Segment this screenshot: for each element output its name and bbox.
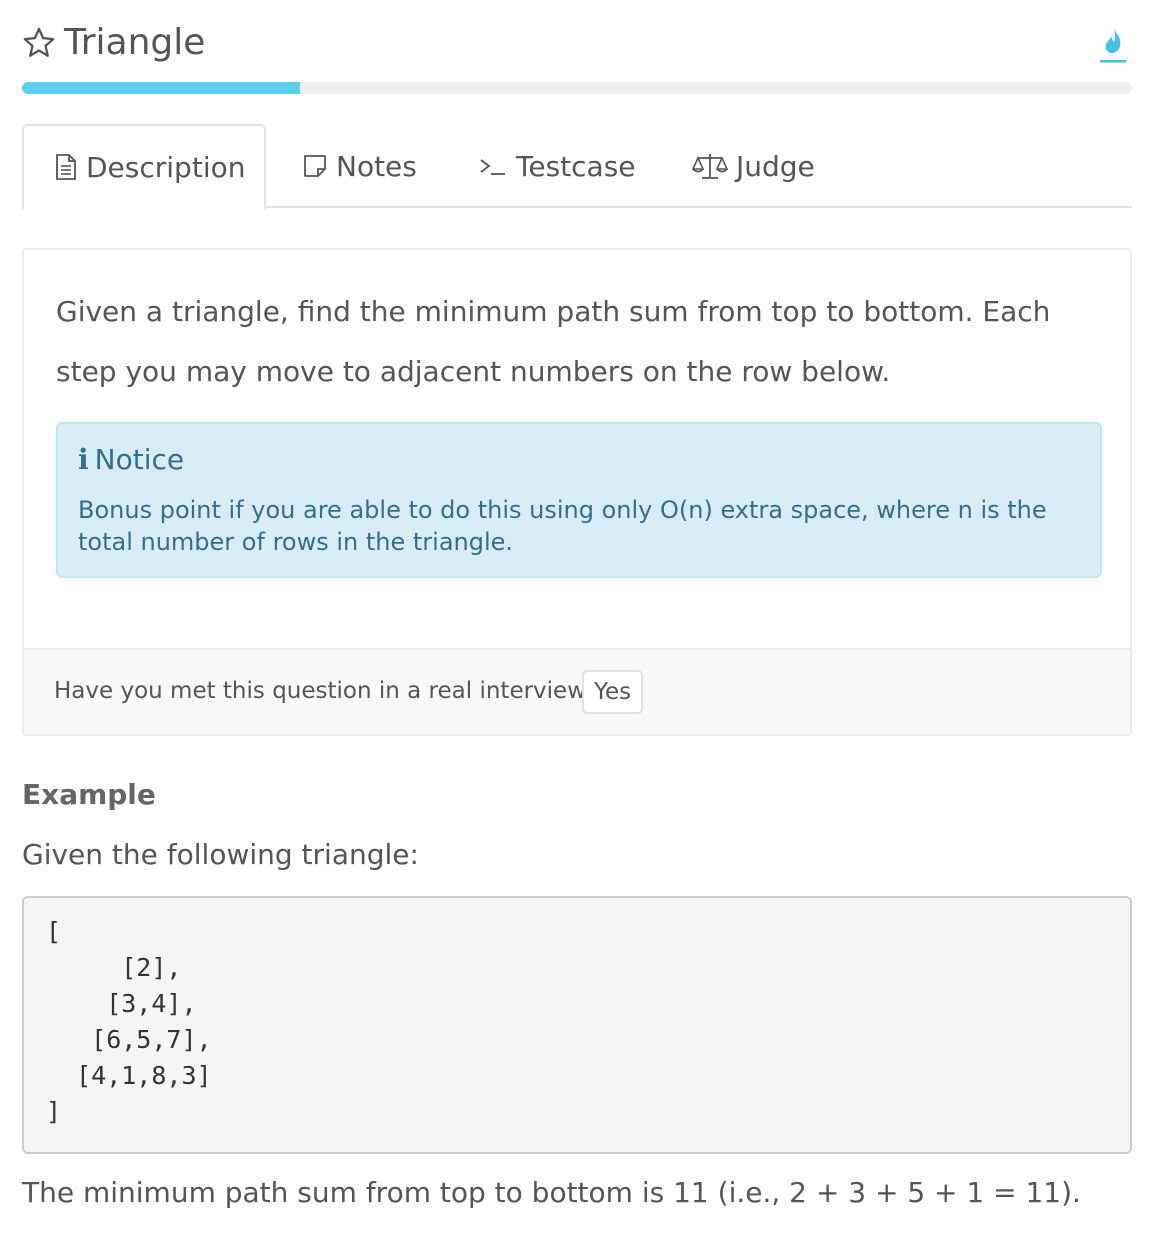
description-panel: Given a triangle, find the minimum path … <box>22 248 1132 736</box>
tab-bar: Description Notes Testcase Judge <box>22 124 1132 210</box>
example-intro: Given the following triangle: <box>22 838 419 871</box>
flame-icon[interactable] <box>1096 24 1128 64</box>
document-icon <box>56 154 76 180</box>
terminal-icon <box>480 159 505 175</box>
example-result: The minimum path sum from top to bottom … <box>22 1176 1081 1209</box>
tab-notes[interactable]: Notes <box>302 124 417 208</box>
tab-testcase[interactable]: Testcase <box>478 124 636 208</box>
interview-question: Have you met this question in a real int… <box>54 678 599 704</box>
progress-bar <box>22 82 1132 94</box>
notice-box: i Notice Bonus point if you are able to … <box>56 422 1102 578</box>
tab-testcase-label: Testcase <box>516 149 636 183</box>
notice-header: i Notice <box>78 440 184 480</box>
example-code-block: [ [2], [3,4], [6,5,7], [4,1,8,3] ] <box>22 896 1132 1154</box>
notice-title: Notice <box>94 443 185 476</box>
yes-button[interactable]: Yes <box>582 670 644 714</box>
balance-scale-icon <box>692 154 728 179</box>
tab-judge-label: Judge <box>736 149 815 183</box>
star-outline-icon[interactable] <box>22 26 56 60</box>
tab-notes-label: Notes <box>336 149 417 183</box>
tab-description-label: Description <box>86 150 246 184</box>
note-icon <box>304 155 326 177</box>
problem-header: Triangle <box>22 20 1132 68</box>
progress-bar-fill <box>22 82 300 94</box>
notice-body: Bonus point if you are able to do this u… <box>78 496 1047 556</box>
example-code: [ [2], [3,4], [6,5,7], [4,1,8,3] ] <box>46 917 212 1126</box>
tab-judge[interactable]: Judge <box>692 124 815 208</box>
interview-footer: Have you met this question in a real int… <box>24 648 1130 734</box>
example-heading: Example <box>22 778 156 811</box>
info-icon: i <box>78 443 89 476</box>
tab-description[interactable]: Description <box>22 124 266 210</box>
page-title: Triangle <box>64 22 206 63</box>
problem-description: Given a triangle, find the minimum path … <box>56 295 1051 388</box>
